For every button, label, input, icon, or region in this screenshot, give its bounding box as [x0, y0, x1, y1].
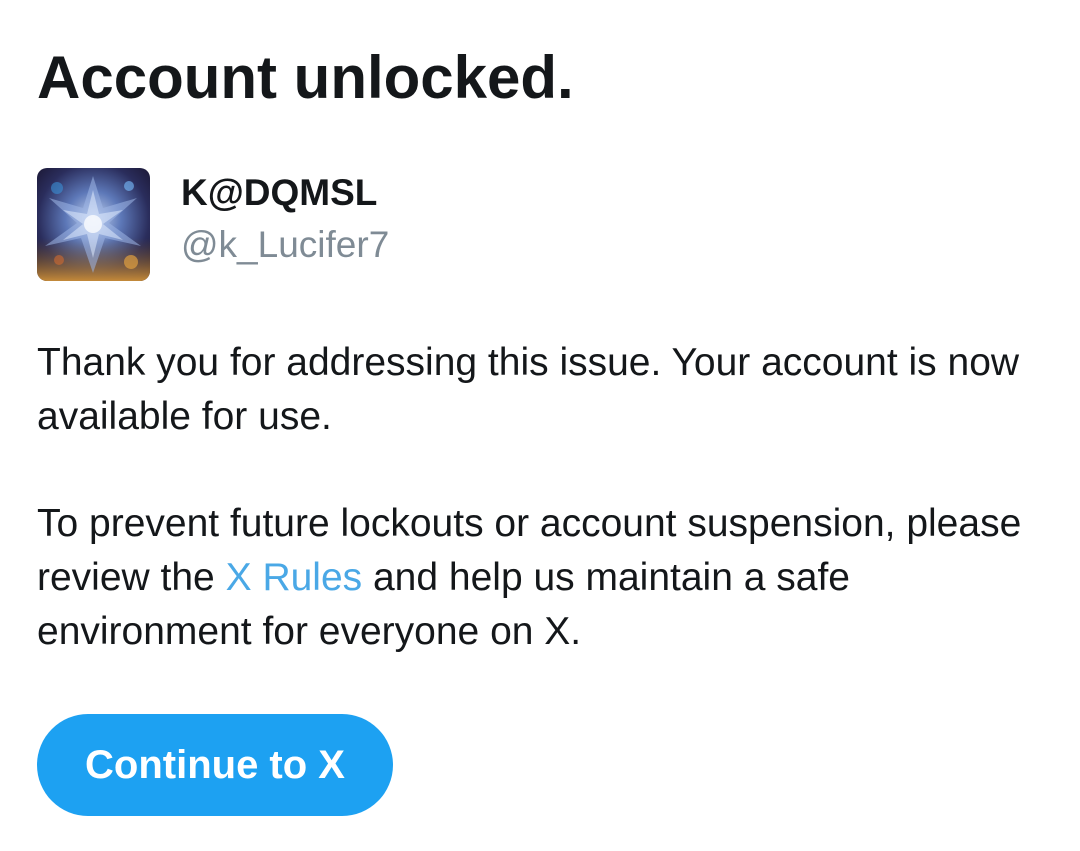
continue-button[interactable]: Continue to X [37, 714, 393, 816]
avatar [37, 168, 150, 281]
avatar-image-icon [37, 168, 150, 281]
page-title: Account unlocked. [37, 44, 574, 111]
display-name: K@DQMSL [181, 172, 378, 213]
x-rules-link[interactable]: X Rules [226, 556, 363, 599]
message-paragraph-1: Thank you for addressing this issue. You… [37, 341, 1020, 438]
message-paragraph-2: To prevent future lockouts or account su… [37, 497, 1047, 659]
user-handle: @k_Lucifer7 [181, 224, 390, 265]
profile-card: K@DQMSL @k_Lucifer7 [37, 168, 737, 282]
